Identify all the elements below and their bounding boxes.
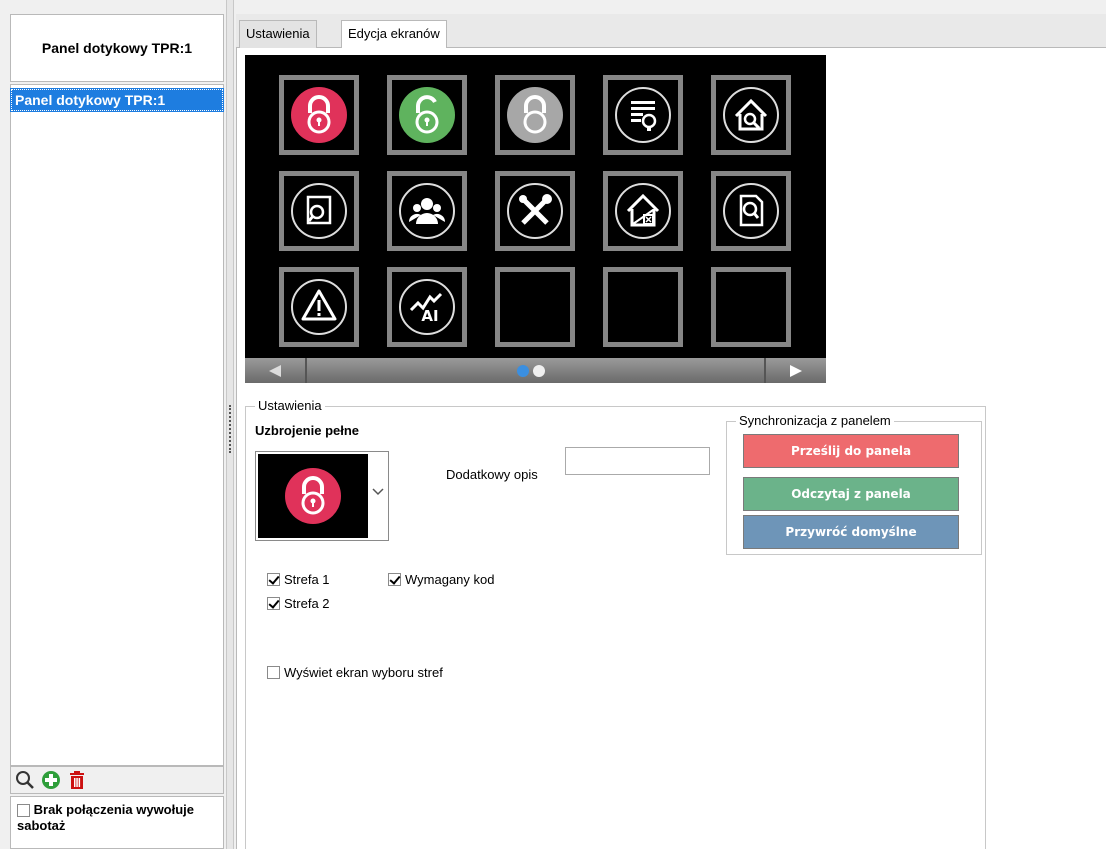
- page-dot-2[interactable]: [533, 365, 545, 377]
- read-from-panel-button[interactable]: Odczytaj z panela: [743, 477, 959, 511]
- tab-strip: Ustawienia Edycja ekranów: [236, 14, 1106, 49]
- send-to-panel-button[interactable]: Prześlij do panela: [743, 434, 959, 468]
- house-cross-icon: [615, 183, 671, 239]
- preview-pager: [245, 358, 826, 383]
- arrow-left-icon: [269, 364, 281, 377]
- tab-screen-editor-label: Edycja ekranów: [348, 26, 440, 41]
- zone1-label: Strefa 1: [284, 572, 330, 587]
- users-icon: [399, 183, 455, 239]
- screen-preview: AI: [245, 55, 826, 383]
- tile-arm-full[interactable]: [279, 75, 359, 155]
- sync-group: Synchronizacja z panelem Prześlij do pan…: [726, 413, 982, 555]
- description-label: Dodatkowy opis: [446, 467, 538, 482]
- lock-red-icon: [285, 468, 341, 524]
- main-area: Ustawienia Edycja ekranów AI Ustawienia …: [236, 14, 1106, 849]
- tile-tools[interactable]: [495, 171, 575, 251]
- zone-screen-checkbox[interactable]: [267, 666, 280, 679]
- analog-input-text: AI: [421, 307, 438, 325]
- zone2-option[interactable]: Strefa 2: [267, 596, 330, 611]
- zone1-option[interactable]: Strefa 1: [267, 572, 330, 587]
- settings-legend: Ustawienia: [255, 398, 325, 413]
- file-search-icon: [723, 183, 779, 239]
- zone-screen-option[interactable]: Wyświet ekran wyboru stref: [267, 665, 443, 680]
- bulletin-bulb-icon: [615, 87, 671, 143]
- tile-users[interactable]: [387, 171, 467, 251]
- screen-editor-content: AI Ustawienia Uzbrojenie pełne Dodatkowy…: [236, 48, 1106, 849]
- lock-red-icon: [291, 87, 347, 143]
- restore-defaults-button[interactable]: Przywróć domyślne: [743, 515, 959, 549]
- analog-input-icon: AI: [399, 279, 455, 335]
- code-required-label: Wymagany kod: [405, 572, 495, 587]
- device-panel-title: Panel dotykowy TPR:1: [41, 40, 193, 56]
- lock-green-icon: [399, 87, 455, 143]
- search-icon[interactable]: [15, 770, 35, 790]
- device-list-toolbar: [10, 766, 224, 794]
- tile-empty-2[interactable]: [603, 267, 683, 347]
- arrow-right-icon: [790, 364, 802, 377]
- tile-lock-grey[interactable]: [495, 75, 575, 155]
- sync-legend: Synchronizacja z panelem: [736, 413, 894, 428]
- tile-empty-3[interactable]: [711, 267, 791, 347]
- zone2-label: Strefa 2: [284, 596, 330, 611]
- tamper-checkbox-label: Brak połączenia wywołuje sabotaż: [17, 802, 195, 833]
- document-search-icon: [291, 183, 347, 239]
- tile-bulletin[interactable]: [603, 75, 683, 155]
- icon-preview: [258, 454, 368, 538]
- tile-house-cross[interactable]: [603, 171, 683, 251]
- splitter-grip[interactable]: [229, 405, 231, 453]
- settings-group: Ustawienia Uzbrojenie pełne Dodatkowy op…: [245, 398, 986, 849]
- list-item-label: Panel dotykowy TPR:1: [15, 92, 166, 108]
- warning-icon: [291, 279, 347, 335]
- device-list[interactable]: Panel dotykowy TPR:1: [10, 84, 224, 766]
- house-search-icon: [723, 87, 779, 143]
- icon-dropdown[interactable]: [255, 451, 389, 541]
- send-to-panel-label: Prześlij do panela: [790, 444, 912, 458]
- lock-grey-icon: [507, 87, 563, 143]
- tamper-option[interactable]: Brak połączenia wywołuje sabotaż: [10, 796, 224, 849]
- next-page-button[interactable]: [766, 358, 826, 383]
- read-from-panel-label: Odczytaj z panela: [791, 487, 911, 501]
- zone2-checkbox[interactable]: [267, 597, 280, 610]
- pager-divider: [305, 358, 307, 383]
- tools-icon: [507, 183, 563, 239]
- restore-defaults-label: Przywróć domyślne: [785, 525, 917, 539]
- add-icon[interactable]: [41, 770, 61, 790]
- prev-page-button[interactable]: [245, 358, 305, 383]
- tile-analog-input[interactable]: AI: [387, 267, 467, 347]
- tile-document-search[interactable]: [279, 171, 359, 251]
- code-required-option[interactable]: Wymagany kod: [388, 572, 494, 587]
- tile-empty-1[interactable]: [495, 267, 575, 347]
- tab-settings[interactable]: Ustawienia: [239, 20, 317, 48]
- panel-splitter[interactable]: [226, 0, 234, 849]
- trash-icon[interactable]: [67, 770, 87, 790]
- tab-settings-label: Ustawienia: [246, 26, 310, 41]
- mode-title: Uzbrojenie pełne: [255, 423, 360, 438]
- zone1-checkbox[interactable]: [267, 573, 280, 586]
- zone-screen-label: Wyświet ekran wyboru stref: [284, 665, 443, 680]
- tab-screen-editor[interactable]: Edycja ekranów: [341, 20, 447, 49]
- list-item-tpr1[interactable]: Panel dotykowy TPR:1: [10, 88, 224, 112]
- device-panel-header: Panel dotykowy TPR:1: [10, 14, 224, 82]
- tile-warning[interactable]: [279, 267, 359, 347]
- page-dot-1[interactable]: [517, 365, 529, 377]
- tile-house-search[interactable]: [711, 75, 791, 155]
- description-input[interactable]: [565, 447, 710, 475]
- tile-disarm[interactable]: [387, 75, 467, 155]
- tile-file-search[interactable]: [711, 171, 791, 251]
- tamper-checkbox[interactable]: [17, 804, 30, 818]
- chevron-down-icon: [372, 488, 384, 496]
- code-required-checkbox[interactable]: [388, 573, 401, 586]
